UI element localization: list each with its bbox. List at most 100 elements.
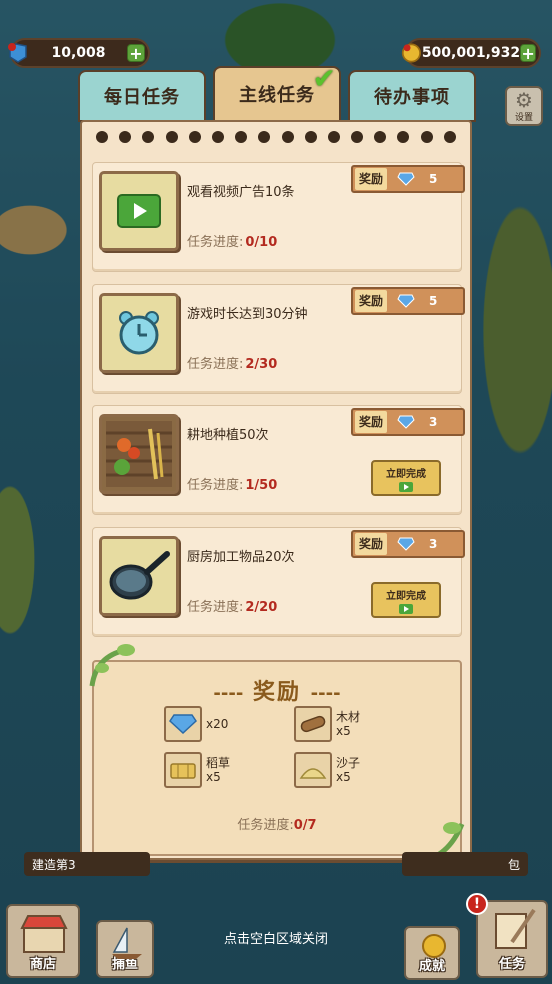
settings-label: 设置 bbox=[514, 112, 533, 123]
task-title: 观看视频广告10条 bbox=[187, 185, 295, 200]
tab-label: 每日任务 bbox=[104, 87, 180, 108]
progress-value: 1/50 bbox=[245, 478, 278, 493]
farm-field-icon bbox=[106, 421, 172, 487]
quest-banner-right[interactable]: 包 bbox=[402, 852, 528, 876]
shop-button[interactable]: 商店 bbox=[6, 904, 80, 978]
item-qty: x20 bbox=[206, 717, 229, 731]
settings-button[interactable]: ⚙ 设置 bbox=[505, 86, 543, 126]
tasks-alert-badge: ! bbox=[466, 893, 488, 915]
task-reward: 奖励 5 bbox=[351, 165, 465, 193]
reward-item-sand: 沙子 x5 bbox=[294, 752, 360, 788]
video-ad-icon bbox=[399, 481, 413, 492]
item-name: 稻草 bbox=[206, 756, 231, 770]
task-title: 厨房加工物品20次 bbox=[187, 550, 295, 565]
gem-currency-bar: 10,008 + bbox=[8, 38, 150, 68]
hay-bale-icon bbox=[170, 763, 196, 779]
checkmark-icon: ✔ bbox=[312, 62, 337, 95]
diamond-icon bbox=[397, 415, 415, 429]
task-card: 厨房加工物品20次 任务进度: 2/20 奖励 3 立即完成 bbox=[92, 527, 465, 637]
vine-decoration bbox=[89, 644, 135, 687]
progress-value: 2/20 bbox=[245, 600, 278, 615]
item-qty: x5 bbox=[336, 724, 351, 738]
fishing-button[interactable]: 捕鱼 bbox=[96, 920, 154, 978]
coin-amount: 500,001,932 bbox=[421, 45, 521, 61]
progress-label: 任务进度: bbox=[187, 478, 244, 493]
tab-todo[interactable]: 待办事项 bbox=[348, 70, 476, 122]
sailboat-icon bbox=[112, 927, 142, 959]
progress-label: 任务进度: bbox=[187, 357, 244, 372]
diamond-icon bbox=[397, 294, 415, 308]
item-box bbox=[294, 706, 332, 742]
reward-item-diamond: x20 bbox=[164, 706, 228, 742]
reward-summary-box: ---- 奖励 ---- x20 木材 x5 稻草 x5 沙子 x5 任务进度:… bbox=[92, 660, 462, 856]
tab-label: 主线任务 bbox=[239, 85, 315, 106]
reward-value: 5 bbox=[429, 294, 438, 308]
diamond-icon bbox=[169, 714, 197, 734]
nav-label: 商店 bbox=[29, 957, 56, 972]
task-card: 耕地种植50次 任务进度: 1/50 奖励 3 立即完成 bbox=[92, 405, 465, 515]
reward-title: ---- 奖励 ---- bbox=[94, 674, 460, 706]
diamond-icon bbox=[397, 537, 415, 551]
complete-now-label: 立即完成 bbox=[386, 590, 426, 602]
item-name: 木材 bbox=[336, 710, 361, 724]
item-text: 木材 x5 bbox=[336, 710, 360, 738]
task-thumbnail bbox=[99, 536, 179, 616]
quest-banner-text: 包 bbox=[507, 857, 520, 872]
reward-progress: 任务进度:0/7 bbox=[94, 814, 460, 833]
blue-gem-icon bbox=[8, 43, 27, 63]
task-thumbnail bbox=[99, 293, 179, 373]
item-box bbox=[164, 706, 202, 742]
complete-now-button[interactable]: 立即完成 bbox=[371, 582, 441, 618]
title-dash-left: ---- bbox=[213, 683, 244, 704]
medal-icon bbox=[422, 934, 446, 958]
title-dash-right: ---- bbox=[310, 683, 341, 704]
diamond-icon bbox=[397, 172, 415, 186]
progress-label: 任务进度: bbox=[187, 235, 244, 250]
scroll-quill-icon bbox=[495, 908, 536, 949]
tab-label: 待办事项 bbox=[374, 87, 450, 108]
reward-value: 3 bbox=[429, 415, 438, 429]
progress-value: 0/10 bbox=[245, 235, 278, 250]
progress-label: 任务进度: bbox=[187, 600, 244, 615]
progress-label: 任务进度: bbox=[237, 818, 294, 833]
achievement-button[interactable]: 成就 bbox=[404, 926, 460, 980]
reward-item-hay: 稻草 x5 bbox=[164, 752, 230, 788]
sand-pile-icon bbox=[299, 768, 327, 779]
reward-label: 奖励 bbox=[355, 533, 388, 555]
gear-icon: ⚙ bbox=[515, 87, 533, 112]
nav-label: 任务 bbox=[498, 957, 525, 972]
task-progress: 任务进度: 2/30 bbox=[187, 353, 277, 372]
task-reward: 奖励 5 bbox=[351, 287, 465, 315]
reward-label: 奖励 bbox=[355, 168, 388, 190]
coin-currency-bar: 500,001,932 + bbox=[401, 38, 541, 68]
task-title: 耕地种植50次 bbox=[187, 428, 269, 443]
wood-log-icon bbox=[300, 715, 326, 733]
item-text: 沙子 x5 bbox=[336, 756, 360, 784]
task-card: 游戏时长达到30分钟 任务进度: 2/30 奖励 5 bbox=[92, 284, 465, 394]
item-box bbox=[294, 752, 332, 788]
progress-value: 2/30 bbox=[245, 357, 278, 372]
reward-label: 奖励 bbox=[355, 411, 388, 433]
reward-title-text: 奖励 bbox=[252, 680, 301, 705]
task-progress: 任务进度: 1/50 bbox=[187, 474, 277, 493]
tab-daily-tasks[interactable]: 每日任务 bbox=[78, 70, 206, 122]
item-name: 沙子 bbox=[336, 756, 361, 770]
tasks-button[interactable]: 任务 bbox=[476, 900, 548, 978]
add-coin-button[interactable]: + bbox=[520, 44, 536, 62]
alarm-clock-icon bbox=[119, 311, 159, 355]
item-qty: x5 bbox=[206, 770, 221, 784]
gem-amount: 10,008 bbox=[51, 45, 106, 61]
task-title: 游戏时长达到30分钟 bbox=[187, 307, 308, 322]
reward-value: 3 bbox=[429, 537, 438, 551]
quest-banner-left[interactable]: 建造第3 bbox=[24, 852, 150, 876]
video-ad-icon bbox=[399, 603, 413, 614]
add-gem-button[interactable]: + bbox=[127, 44, 145, 62]
task-card: 观看视频广告10条 任务进度: 0/10 奖励 5 bbox=[92, 162, 465, 272]
complete-now-label: 立即完成 bbox=[386, 468, 426, 480]
progress-value: 0/7 bbox=[293, 818, 317, 833]
complete-now-button[interactable]: 立即完成 bbox=[371, 460, 441, 496]
close-hint: 点击空白区域关闭 bbox=[223, 932, 328, 947]
task-progress: 任务进度: 0/10 bbox=[187, 231, 277, 250]
tab-main-tasks[interactable]: 主线任务 ✔ bbox=[213, 62, 341, 122]
reward-label: 奖励 bbox=[355, 290, 388, 312]
